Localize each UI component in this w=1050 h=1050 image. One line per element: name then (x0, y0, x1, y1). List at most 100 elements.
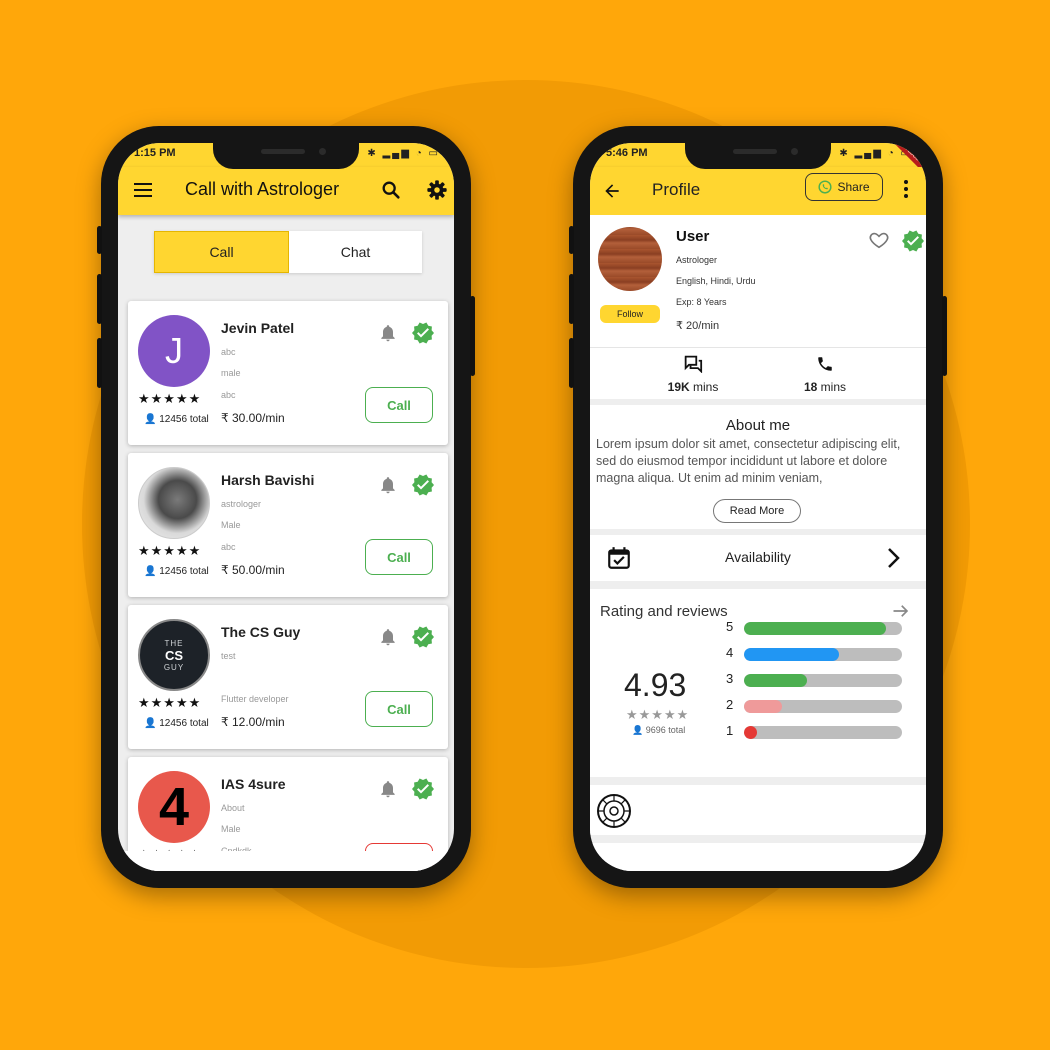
call-button[interactable]: Call (365, 691, 433, 727)
verified-icon (412, 322, 434, 344)
status-time: 1:15 PM (134, 147, 176, 159)
astrologer-detail: astrologer (221, 499, 262, 509)
rating-total-text: 12456 total (159, 414, 209, 425)
astrologer-name: Jevin Patel (221, 320, 295, 336)
back-arrow-icon[interactable] (602, 181, 622, 201)
rating-bar-row: 2 (726, 697, 904, 713)
volume-button (569, 274, 574, 324)
rating-bar-track (744, 726, 902, 739)
astrologer-name: IAS 4sure (221, 776, 286, 792)
chevron-right-icon (888, 548, 900, 568)
rating-total: 👤 9696 total (632, 725, 685, 736)
app-bar: Call with Astrologer (118, 167, 454, 215)
search-icon[interactable] (380, 179, 402, 201)
rating-bar-track (744, 674, 902, 687)
more-options-icon[interactable] (902, 179, 910, 199)
verified-icon (412, 778, 434, 800)
rating-bar-label: 5 (726, 619, 734, 634)
avatar-text: CS (164, 647, 184, 663)
bell-icon[interactable] (378, 323, 398, 343)
phone-notch (213, 139, 359, 169)
bell-icon[interactable] (378, 627, 398, 647)
profile-avatar (598, 227, 662, 291)
screen: 5:46 PM ✱ ▂▄▆ ◔ ▭ DEBUG Profile Share Fo… (590, 143, 926, 871)
bell-icon[interactable] (378, 779, 398, 799)
astrologer-detail: abc (221, 542, 236, 552)
tab-call[interactable]: Call (154, 231, 289, 273)
rating-stars: ★★★★★ (626, 707, 690, 722)
bell-icon[interactable] (378, 475, 398, 495)
rating-bar-label: 4 (726, 645, 734, 660)
profile-role: Astrologer (676, 255, 718, 265)
rating-bar-fill (744, 700, 782, 713)
verified-icon (902, 230, 924, 252)
verified-icon (412, 626, 434, 648)
call-chat-tabs: Call Chat (154, 231, 422, 273)
menu-icon[interactable] (134, 183, 152, 197)
phone-right: 5:46 PM ✱ ▂▄▆ ◔ ▭ DEBUG Profile Share Fo… (569, 126, 947, 888)
heart-icon[interactable] (868, 229, 890, 251)
astrologer-price: ₹ 50.00/min (221, 563, 285, 577)
tab-chat[interactable]: Chat (289, 231, 422, 273)
arrow-right-icon[interactable] (892, 603, 910, 619)
rating-title: Rating and reviews (600, 603, 728, 620)
share-button[interactable]: Share (805, 173, 883, 201)
astrologer-card[interactable]: THE CS GUY ★★★★★ 👤 12456 total The CS Gu… (128, 605, 448, 749)
volume-button (97, 274, 102, 324)
avatar (138, 467, 210, 539)
zodiac-card[interactable] (590, 785, 926, 835)
system-nav-bar (118, 851, 454, 871)
about-title: About me (725, 417, 791, 434)
rating-bar-fill (744, 674, 808, 687)
person-icon: 👤 (632, 725, 644, 735)
rating-total-text: 12456 total (159, 566, 209, 577)
volume-button (97, 226, 102, 254)
rating-bar-fill (744, 648, 839, 661)
phone-notch (685, 139, 831, 169)
read-more-button[interactable]: Read More (713, 499, 801, 523)
rating-bar-label: 3 (726, 671, 734, 686)
profile-price: ₹ 20/min (676, 320, 720, 332)
astrologer-price: ₹ 30.00/min (221, 411, 285, 425)
follow-button[interactable]: Follow (600, 305, 660, 323)
astrologer-price: ₹ 12.00/min (221, 715, 285, 729)
chat-icon (684, 355, 703, 374)
rating-bar-fill (744, 726, 757, 739)
rating-card: Rating and reviews 4.93 ★★★★★ 👤 9696 tot… (590, 589, 926, 777)
stat-value: 18 (803, 380, 818, 394)
rating-bar-track (744, 622, 902, 635)
phone-icon (818, 357, 832, 371)
astrologer-detail: male (221, 368, 241, 378)
rating-bar-track (744, 648, 902, 661)
person-icon: 👤 (144, 414, 157, 425)
rating-stars: ★★★★★ (138, 391, 202, 406)
rating-total-text: 9696 total (645, 725, 686, 735)
astrologer-detail: abc (221, 390, 236, 400)
volume-button (569, 226, 574, 254)
astrologer-card[interactable]: ★★★★★ 👤 12456 total Harsh Bavishi astrol… (128, 453, 448, 597)
status-icons: ✱ ▂▄▆ ◔ ▭ (367, 148, 440, 159)
volume-button (569, 338, 574, 388)
page-title: Profile (652, 180, 701, 199)
rating-stars: ★★★★★ (138, 543, 202, 558)
call-button[interactable]: Call (365, 539, 433, 575)
gear-icon[interactable] (426, 179, 448, 201)
profile-card: Follow User Astrologer English, Hindi, U… (590, 215, 926, 399)
app-bar: Profile Share (590, 167, 926, 215)
zodiac-card[interactable] (590, 843, 926, 871)
rating-total: 👤 12456 total (144, 718, 209, 729)
astrologer-card[interactable]: J ★★★★★ 👤 12456 total Jevin Patel abc ma… (128, 301, 448, 445)
stat-unit: mins (689, 380, 719, 394)
astrologer-detail: abc (221, 347, 236, 357)
rating-total-text: 12456 total (159, 718, 209, 729)
page-title: Call with Astrologer (185, 179, 340, 199)
phone-left: 1:15 PM ✱ ▂▄▆ ◔ ▭ Call with Astrologer C… (97, 126, 475, 888)
profile-languages: English, Hindi, Urdu (676, 276, 756, 286)
avatar-text: THE (164, 638, 184, 648)
volume-button (97, 338, 102, 388)
availability-row[interactable]: Availability (590, 535, 926, 581)
rating-bar-track (744, 700, 902, 713)
call-button[interactable]: Call (365, 387, 433, 423)
power-button (942, 296, 947, 376)
astrologer-name: Harsh Bavishi (221, 472, 315, 488)
